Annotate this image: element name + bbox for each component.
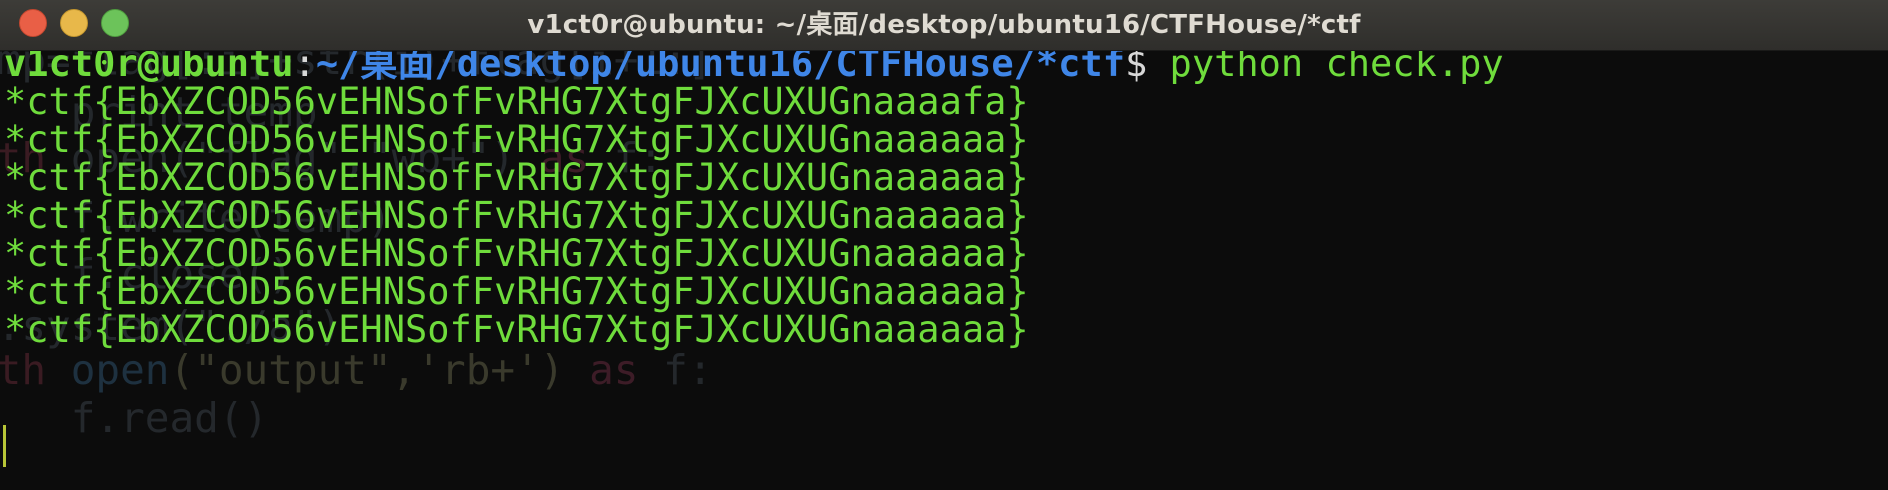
terminal-window: v1ct0r@ubuntu: ~/桌面/desktop/ubuntu16/CTF…: [0, 0, 1888, 490]
title-bar[interactable]: v1ct0r@ubuntu: ~/桌面/desktop/ubuntu16/CTF…: [0, 0, 1888, 51]
terminal-output: v1ct0r@ubuntu:~/桌面/desktop/ubuntu16/CTFH…: [0, 51, 1888, 490]
prompt-symbol: $: [1124, 51, 1148, 85]
terminal-area[interactable]: emp=flag[:i]+str(i)+flag[i+1:] print tem…: [0, 51, 1888, 490]
text-cursor: [3, 425, 6, 467]
output-line: *ctf{EbXZCOD56vEHNSofFvRHG7XtgFJXcUXUGna…: [4, 308, 1029, 351]
command-text: python check.py: [1147, 51, 1504, 85]
window-title: v1ct0r@ubuntu: ~/桌面/desktop/ubuntu16/CTF…: [527, 10, 1361, 40]
